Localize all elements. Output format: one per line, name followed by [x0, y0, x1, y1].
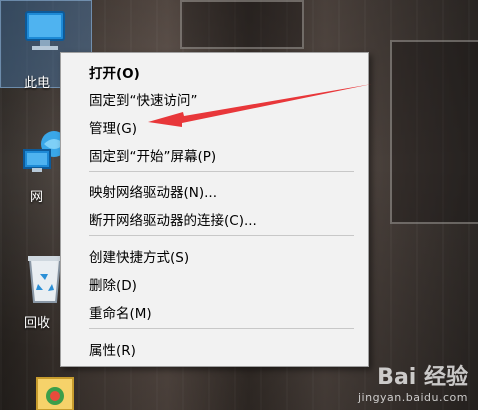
- menu-item-pin-quick-access[interactable]: 固定到“快速访问”: [89, 89, 198, 109]
- menu-item-map-network-drive[interactable]: 映射网络驱动器(N)...: [89, 181, 217, 201]
- menu-item-open[interactable]: 打开(O): [89, 62, 140, 82]
- menu-item-pin-start[interactable]: 固定到“开始”屏幕(P): [89, 145, 216, 165]
- menu-item-create-shortcut[interactable]: 创建快捷方式(S): [89, 246, 189, 266]
- control-panel-icon-item[interactable]: [20, 376, 90, 414]
- menu-item-delete[interactable]: 删除(D): [89, 274, 137, 294]
- menu-item-rename[interactable]: 重命名(M): [89, 302, 152, 322]
- menu-separator: [89, 171, 354, 172]
- menu-item-disconnect-network-drive[interactable]: 断开网络驱动器的连接(C)...: [89, 209, 257, 229]
- watermark-sub: jingyan.baidu.com: [357, 391, 468, 404]
- background-window: [180, 0, 304, 49]
- context-menu: 打开(O) 固定到“快速访问” 管理(G) 固定到“开始”屏幕(P) 映射网络驱…: [60, 52, 369, 367]
- menu-item-properties[interactable]: 属性(R): [89, 339, 136, 359]
- menu-separator: [89, 235, 354, 236]
- watermark: Bai 经验 jingyan.baidu.com: [358, 359, 468, 404]
- watermark-main: Bai 经验: [377, 365, 468, 390]
- background-window: [390, 40, 478, 224]
- control-panel-icon: [36, 377, 74, 411]
- menu-item-manage[interactable]: 管理(G): [89, 117, 137, 137]
- menu-separator: [89, 328, 354, 329]
